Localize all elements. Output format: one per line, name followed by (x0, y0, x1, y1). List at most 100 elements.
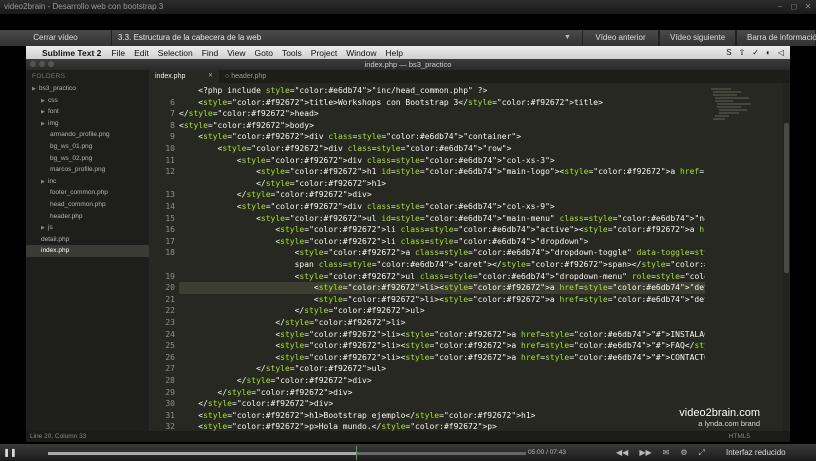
sidebar-folder[interactable]: ▶ css (26, 95, 149, 107)
menu-file[interactable]: File (111, 48, 125, 58)
sidebar-file[interactable]: index.php (26, 245, 149, 257)
code-line[interactable]: <style="color:#f92672">li class=style="c… (179, 224, 705, 236)
tab-header-php[interactable]: ○ header.php (219, 70, 289, 83)
code-line[interactable]: <style="color:#f92672">a class=style="co… (179, 247, 705, 259)
vertical-scrollbar[interactable] (783, 83, 790, 431)
menu-edit[interactable]: Edit (134, 48, 149, 58)
seek-bar[interactable] (48, 446, 526, 460)
code-line[interactable]: </style="color:#f92672">head> (179, 108, 319, 120)
code-line[interactable]: <style="color:#f92672">div class=style="… (179, 201, 555, 213)
sidebar-item-label: index.php (41, 247, 70, 255)
sidebar-file[interactable]: detail.php (26, 234, 149, 246)
code-line[interactable]: </style="color:#f92672">ul> (179, 363, 386, 375)
minimap[interactable] (705, 83, 783, 431)
code-line[interactable]: <style="color:#f92672">li><style="color:… (179, 294, 705, 306)
menu-help[interactable]: Help (386, 48, 403, 58)
sync-icon[interactable]: ✓ (752, 48, 759, 57)
sidebar-item-label: font (48, 108, 59, 116)
rewind-icon[interactable]: ◀◀ (616, 448, 628, 457)
code-line[interactable]: <style="color:#f92672">div class=style="… (179, 131, 521, 143)
menu-goto[interactable]: Goto (255, 48, 273, 58)
sidebar-file[interactable]: armando_profile.png (26, 129, 149, 141)
code-line[interactable]: <style="color:#f92672">ul id=style="colo… (179, 213, 705, 225)
code-line[interactable]: <style="color:#f92672">li><style="color:… (179, 329, 705, 341)
share-icon[interactable]: ✉ (663, 448, 670, 457)
sidebar-file[interactable]: head_common.php (26, 199, 149, 211)
code-line[interactable]: <style="color:#f92672">li><style="color:… (179, 282, 705, 294)
shift-icon[interactable]: ⇧ (739, 48, 746, 57)
code-line[interactable]: <style="color:#f92672">h1 id=style="colo… (179, 166, 705, 178)
sidebar-file[interactable]: marcos_profile.png (26, 164, 149, 176)
code-line[interactable]: </style="color:#f92672">div> (179, 375, 372, 387)
sidebar-file[interactable]: footer_common.php (26, 187, 149, 199)
code-line[interactable]: </style="color:#f92672">div> (179, 387, 353, 399)
code-line[interactable]: <style="color:#f92672">li><style="color:… (179, 340, 705, 352)
pause-button[interactable]: ❚❚ (0, 444, 20, 461)
code-line[interactable]: <style="color:#f92672">div class=style="… (179, 155, 555, 167)
sidebar-folder[interactable]: ▶ js (26, 222, 149, 234)
code-line[interactable]: <style="color:#f92672">body> (179, 120, 314, 132)
lesson-title[interactable]: 3.3. Estructura de la cabecera de la web (112, 30, 564, 46)
code-line[interactable]: <style="color:#f92672">li><style="color:… (179, 352, 705, 364)
close-video-button[interactable]: Cerrar vídeo (0, 30, 112, 46)
code-line[interactable]: <style="color:#f92672">p>Hola mundo.</st… (179, 421, 497, 431)
code-line[interactable]: </style="color:#f92672">div> (179, 189, 372, 201)
code-line[interactable]: <style="color:#f92672">h1>Bootstrap ejem… (179, 410, 535, 422)
sidebar-item-label: js (48, 224, 53, 232)
skype-icon[interactable]: S (726, 48, 731, 57)
sidebar-file[interactable]: bg_ws_02.png (26, 153, 149, 165)
code-line[interactable]: </style="color:#f92672">ul> (179, 305, 425, 317)
disclosure-triangle-icon[interactable]: ▶ (41, 177, 48, 189)
info-bar-button[interactable]: Barra de información (736, 30, 816, 46)
window-title-bar: video2brain - Desarrollo web con bootstr… (0, 0, 816, 14)
fullscreen-icon[interactable]: ⤢ (699, 448, 705, 458)
brand-sub: a lynda.com brand (698, 419, 760, 428)
disclosure-triangle-icon[interactable]: ▶ (41, 223, 48, 235)
code-line[interactable]: </style="color:#f92672">h1> (179, 178, 386, 190)
disclosure-triangle-icon[interactable]: ▶ (41, 119, 48, 131)
display-icon[interactable]: ◐ (766, 48, 771, 57)
menu-find[interactable]: Find (202, 48, 219, 58)
code-line[interactable]: </style="color:#f92672">li> (179, 317, 405, 329)
code-line[interactable]: <style="color:#f92672">li class=style="c… (179, 236, 588, 248)
disclosure-triangle-icon[interactable]: ▶ (32, 84, 39, 96)
previous-video-button[interactable]: Vídeo anterior (582, 30, 659, 46)
menu-window[interactable]: Window (346, 48, 376, 58)
close-window-icon[interactable]: ✕ (804, 3, 812, 11)
sublime-editor-window: index.php — bs3_practico FOLDERS ▶ bs3_pr… (26, 59, 790, 442)
menu-selection[interactable]: Selection (158, 48, 193, 58)
menu-view[interactable]: View (227, 48, 245, 58)
code-line[interactable]: </style="color:#f92672">div> (179, 398, 333, 410)
sidebar-file[interactable]: header.php (26, 211, 149, 223)
volume-icon[interactable]: ◁ (778, 48, 784, 57)
sidebar-folder[interactable]: ▶ font (26, 106, 149, 118)
tab-index-php[interactable]: index.php ✕ (149, 70, 219, 83)
line-number: 18 (165, 248, 175, 258)
tab-close-icon[interactable]: ✕ (208, 70, 213, 83)
lesson-dropdown-icon[interactable]: ▼ (564, 30, 574, 46)
sidebar-folder[interactable]: ▶ bs3_practico (26, 83, 149, 95)
code-area[interactable]: <?php include style="color:#e6db74">"inc… (179, 83, 705, 431)
menu-project[interactable]: Project (311, 48, 337, 58)
menubar-app-name[interactable]: Sublime Text 2 (42, 48, 101, 58)
code-line[interactable]: <?php include style="color:#e6db74">"inc… (179, 85, 487, 97)
code-line[interactable]: <style="color:#f92672">title>Workshops c… (179, 97, 603, 109)
syntax-selector[interactable]: HTML5 (729, 431, 750, 442)
scroll-thumb[interactable] (784, 123, 789, 273)
sidebar-folder[interactable]: ▶ inc (26, 176, 149, 188)
sidebar-file[interactable]: bg_ws_01.png (26, 141, 149, 153)
code-line[interactable]: span class=style="color:#e6db74">"caret"… (179, 259, 705, 271)
next-video-button[interactable]: Vídeo siguiente (659, 30, 736, 46)
menu-tools[interactable]: Tools (282, 48, 302, 58)
minimize-icon[interactable]: – (776, 3, 784, 11)
traffic-light-icons[interactable] (30, 61, 54, 67)
maximize-icon[interactable]: ◻ (790, 3, 798, 11)
sidebar-item-label: header.php (50, 212, 83, 220)
reduced-interface-button[interactable]: Interfaz reducido (726, 444, 786, 461)
code-line[interactable]: <style="color:#f92672">ul class=style="c… (179, 271, 705, 283)
code-line[interactable]: <style="color:#f92672">div class=style="… (179, 143, 512, 155)
settings-icon[interactable]: ⚙ (680, 448, 687, 457)
video-player-screen: video2brain - Desarrollo web con bootstr… (0, 0, 816, 461)
fast-forward-icon[interactable]: ▶▶ (639, 448, 651, 457)
sidebar-folder[interactable]: ▶ img (26, 118, 149, 130)
